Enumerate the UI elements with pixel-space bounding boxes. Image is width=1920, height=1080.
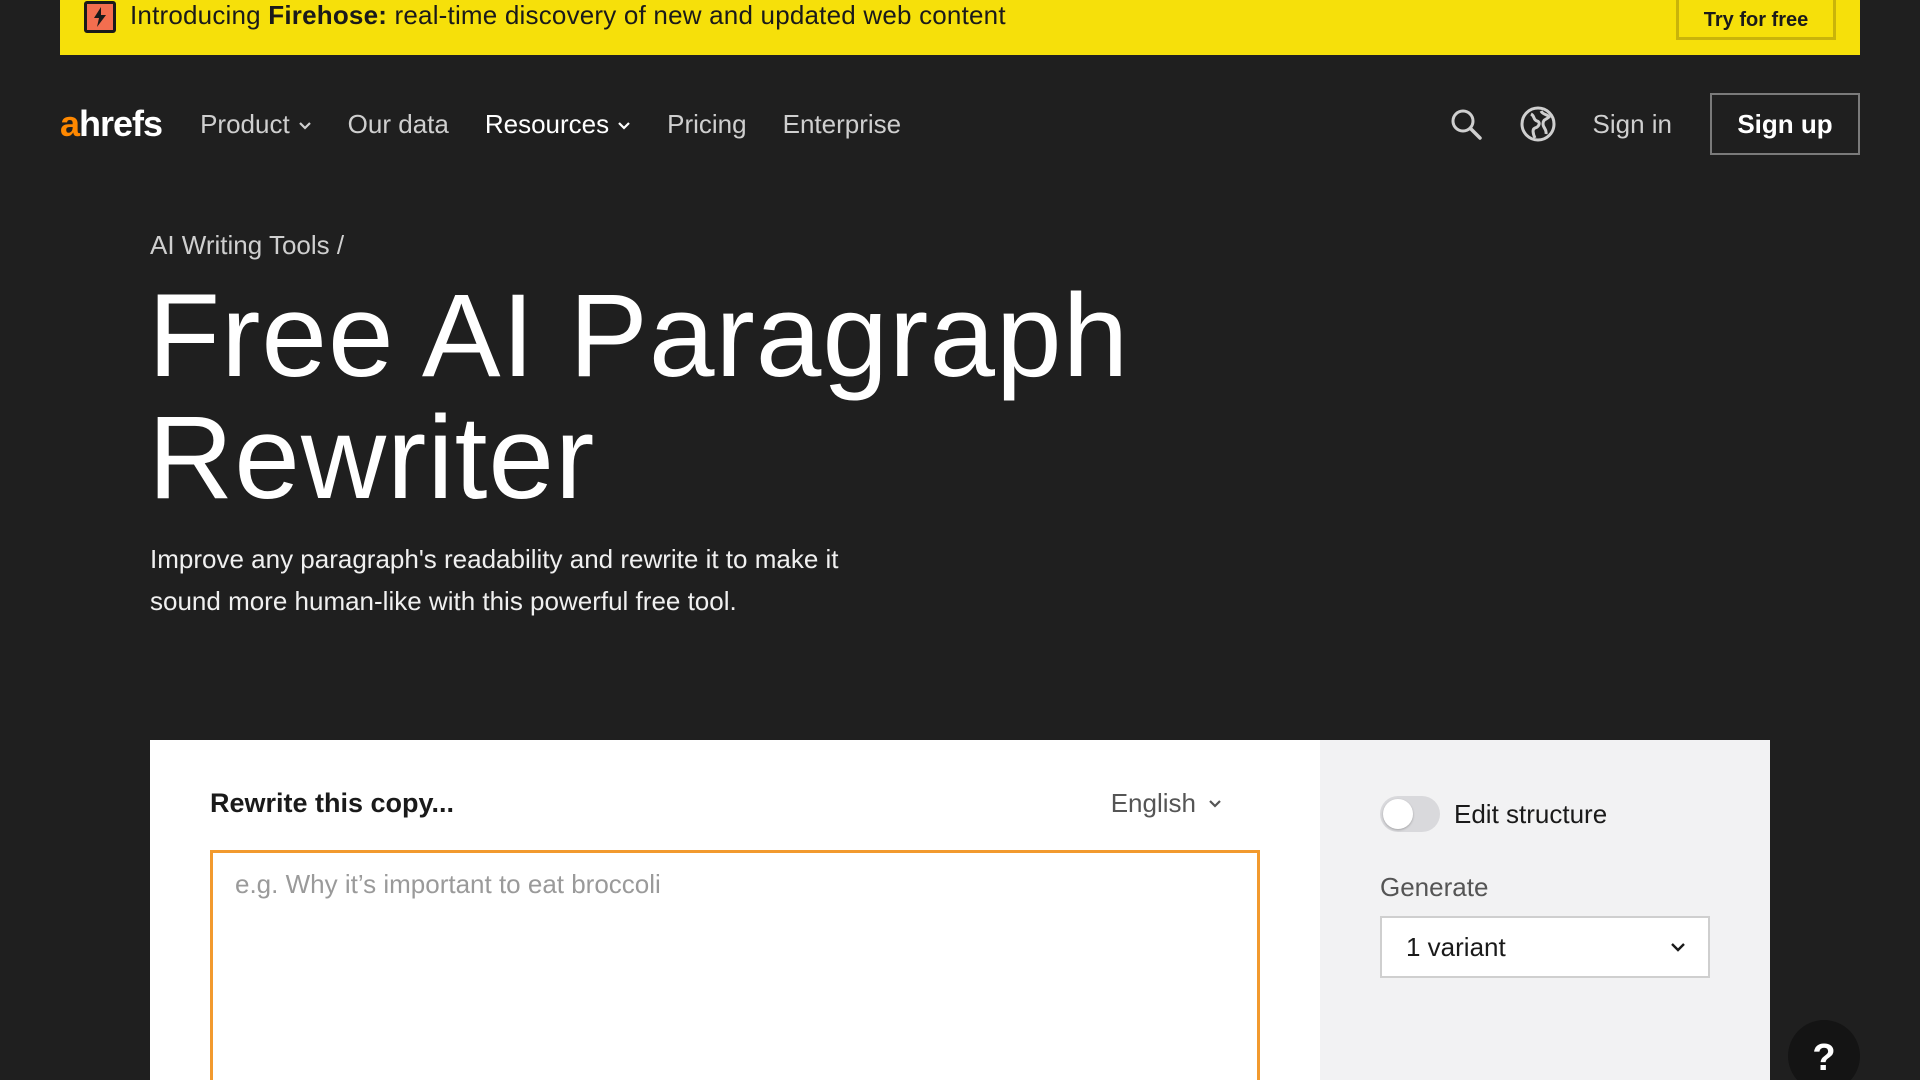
nav-item-resources[interactable]: Resources xyxy=(485,109,631,140)
banner-intro: Introducing xyxy=(130,0,269,30)
nav-item-label: Pricing xyxy=(667,108,747,139)
nav-item-label: Enterprise xyxy=(782,108,902,139)
announcement-banner: Introducing Firehose: real-time discover… xyxy=(60,0,1860,55)
try-for-free-button[interactable]: Try for free xyxy=(1676,0,1836,40)
sign-in-link[interactable]: Sign in xyxy=(1593,109,1673,140)
nav-item-enterprise[interactable]: Enterprise xyxy=(783,109,902,140)
rewriter-options-panel: Edit structure Generate 1 variant xyxy=(1320,740,1770,1080)
generate-value: 1 variant xyxy=(1406,931,1506,962)
chevron-down-icon xyxy=(298,121,311,130)
nav-item-our-data[interactable]: Our data xyxy=(348,109,449,140)
page-title-line-2: Rewriter xyxy=(148,392,596,524)
logo-accent: a xyxy=(60,103,80,144)
toggle-knob xyxy=(1383,799,1413,829)
logo-rest: hrefs xyxy=(79,103,163,144)
nav-item-pricing[interactable]: Pricing xyxy=(667,109,746,140)
chevron-down-icon xyxy=(1671,943,1685,952)
page-title-line-1: Free AI Paragraph xyxy=(148,270,1130,402)
main-nav: ahrefs Product Our data Resources Pricin… xyxy=(60,93,1860,155)
rewrite-heading: Rewrite this copy... xyxy=(210,788,455,818)
page-subtitle: Improve any paragraph's readability and … xyxy=(150,544,839,616)
edit-structure-label: Edit structure xyxy=(1454,798,1608,829)
help-button[interactable]: ? xyxy=(1788,1020,1860,1080)
language-select[interactable]: English xyxy=(1111,788,1222,819)
nav-right: Sign in Sign up xyxy=(1449,93,1860,155)
nav-item-product[interactable]: Product xyxy=(200,109,312,140)
edit-structure-toggle[interactable] xyxy=(1380,796,1440,832)
nav-item-label: Product xyxy=(200,108,290,139)
chevron-down-icon xyxy=(1209,799,1221,808)
language-value: English xyxy=(1110,788,1196,818)
sign-up-button[interactable]: Sign up xyxy=(1710,93,1860,155)
bolt-icon xyxy=(84,0,116,33)
banner-product-name: Firehose: xyxy=(268,0,388,30)
banner-text: Introducing Firehose: real-time discover… xyxy=(130,0,1006,31)
banner-tagline: real-time discovery of new and updated w… xyxy=(387,0,1006,30)
generate-label: Generate xyxy=(1380,872,1489,902)
rewrite-input[interactable] xyxy=(210,850,1260,1080)
rewriter-input-panel: Rewrite this copy... English xyxy=(150,740,1320,1080)
generate-variant-select[interactable]: 1 variant xyxy=(1380,916,1710,978)
search-icon[interactable] xyxy=(1449,107,1483,141)
chevron-down-icon xyxy=(618,121,630,130)
page-title: Free AI Paragraph Rewriter xyxy=(148,275,1348,519)
breadcrumb[interactable]: AI Writing Tools / xyxy=(150,230,344,261)
nav-item-label: Resources xyxy=(484,108,610,139)
nav-item-label: Our data xyxy=(347,108,449,139)
edit-structure-row: Edit structure xyxy=(1380,796,1607,832)
ahrefs-logo[interactable]: ahrefs xyxy=(60,103,163,145)
globe-icon[interactable] xyxy=(1519,105,1557,143)
